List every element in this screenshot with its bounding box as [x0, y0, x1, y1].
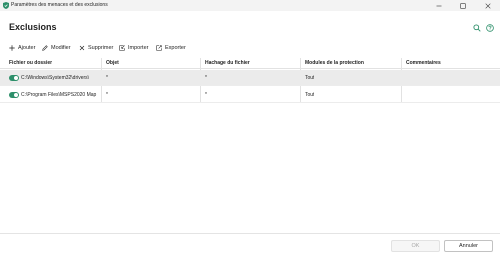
add-button-label: Ajouter [18, 44, 36, 51]
export-button-label: Exporter [165, 44, 186, 51]
import-icon [119, 44, 125, 51]
file-path-cell: C:\Program Files\MSPS2020 Map [21, 92, 97, 98]
object-cell: * [106, 92, 108, 98]
maximize-button[interactable] [451, 0, 475, 11]
close-button[interactable] [476, 0, 500, 11]
modules-cell: Tout [305, 92, 315, 98]
help-icon[interactable] [486, 24, 494, 32]
cancel-button[interactable]: Annuler [444, 240, 493, 252]
pencil-icon [42, 44, 48, 51]
close-icon [485, 2, 491, 9]
modules-cell: Tout [305, 75, 315, 81]
export-button[interactable]: Exporter [156, 42, 186, 53]
window-titlebar: Paramètres des menaces et des exclusions [0, 0, 500, 11]
column-header-comments[interactable]: Commentaires [402, 58, 441, 69]
maximize-icon [460, 2, 466, 9]
plus-icon [9, 44, 15, 51]
column-header-file[interactable]: Fichier ou dossier [5, 58, 52, 69]
page-title: Exclusions [9, 22, 57, 32]
ok-button[interactable]: OK [391, 240, 440, 252]
table-header: Fichier ou dossier Objet Hachage du fich… [0, 58, 500, 69]
export-icon [156, 44, 162, 51]
table-row[interactable]: C:\Windows\System32\drivers\ * * Tout [0, 70, 500, 86]
search-icon[interactable] [473, 24, 481, 32]
minimize-button[interactable] [427, 0, 451, 11]
import-button-label: Importer [128, 44, 149, 51]
column-header-object[interactable]: Objet [102, 58, 119, 69]
edit-button[interactable]: Modifier [42, 42, 71, 53]
window-title: Paramètres des menaces et des exclusions [11, 2, 108, 8]
import-button[interactable]: Importer [119, 42, 148, 53]
dialog-footer: OK Annuler [0, 233, 500, 257]
add-button[interactable]: Ajouter [9, 42, 35, 53]
delete-button-label: Supprimer [88, 44, 114, 51]
toolbar: Ajouter Modifier Supprimer Importer Expo… [0, 42, 500, 53]
hash-cell: * [205, 75, 207, 81]
delete-button[interactable]: Supprimer [79, 42, 113, 53]
comment-cell [402, 87, 406, 103]
minimize-icon [436, 5, 442, 6]
column-header-modules[interactable]: Modules de la protection [301, 58, 364, 69]
hash-cell: * [205, 92, 207, 98]
comment-cell [402, 70, 406, 86]
x-icon [79, 45, 85, 50]
file-path-cell: C:\Windows\System32\drivers\ [21, 75, 90, 81]
edit-button-label: Modifier [51, 44, 71, 51]
object-cell: * [106, 75, 108, 81]
table-row[interactable]: C:\Program Files\MSPS2020 Map * * Tout [0, 87, 500, 103]
column-header-hash[interactable]: Hachage du fichier [201, 58, 250, 69]
kaspersky-shield-icon [3, 2, 9, 9]
